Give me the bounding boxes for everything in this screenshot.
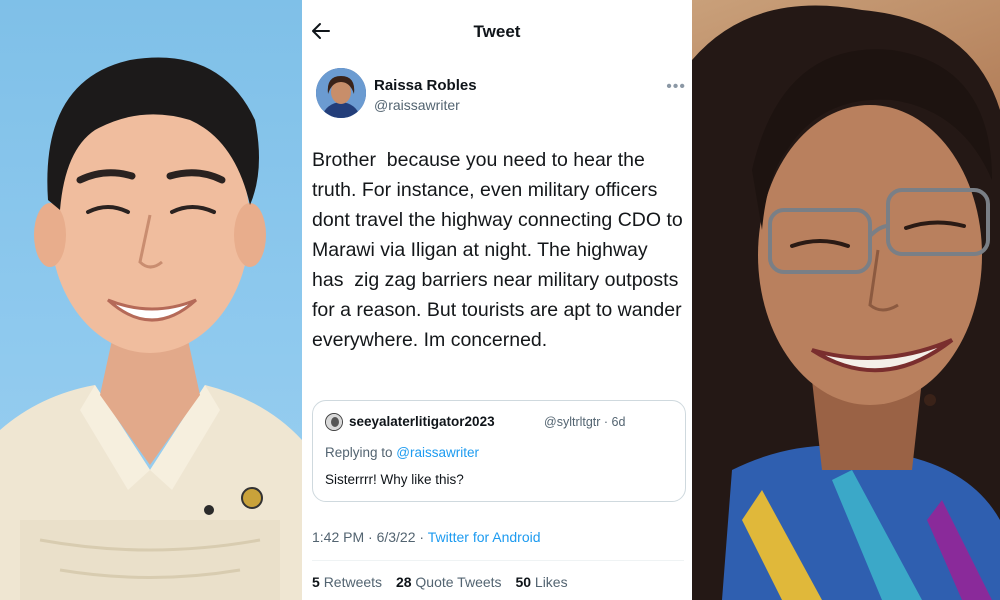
- quote-tweets-label: Quote Tweets: [415, 574, 502, 590]
- tweet-stats: 5 Retweets 28 Quote Tweets 50 Likes: [312, 574, 578, 590]
- likes-count: 50: [515, 574, 532, 590]
- page-title: Tweet: [473, 22, 521, 41]
- left-photo-illustration: [0, 57, 302, 600]
- more-horizontal-icon[interactable]: •••: [666, 78, 686, 96]
- tweet-source-link[interactable]: Twitter for Android: [428, 529, 541, 545]
- retweets-stat[interactable]: 5 Retweets: [312, 574, 382, 590]
- avatar[interactable]: [316, 68, 366, 118]
- replying-to-handle-link[interactable]: @raissawriter: [396, 445, 479, 460]
- right-photo-woman: [692, 0, 1000, 600]
- likes-label: Likes: [534, 574, 568, 590]
- quoted-tweet-card[interactable]: seeyalaterlitigator2023 @syltrltgtr · 6d…: [312, 400, 686, 502]
- likes-stat[interactable]: 50 Likes: [515, 574, 567, 590]
- quote-tweets-count: 28: [395, 574, 412, 590]
- right-photo-illustration: [692, 5, 1000, 600]
- quoted-author-meta: @syltrltgtr · 6d: [544, 415, 626, 429]
- retweets-label: Retweets: [323, 574, 383, 590]
- author-name[interactable]: Raissa Robles: [374, 77, 477, 94]
- tweet-timestamp-row: 1:42 PM · 6/3/22 · Twitter for Android: [312, 529, 541, 545]
- quoted-replying-to: Replying to @raissawriter: [325, 445, 479, 460]
- author-handle[interactable]: @raissawriter: [374, 97, 460, 113]
- divider: [312, 560, 684, 561]
- quoted-tweet-text: Sisterrrr! Why like this?: [325, 472, 464, 487]
- replying-to-label: Replying to: [325, 445, 397, 460]
- tweet-panel: Tweet Raissa Robles @raissawriter ••• Br…: [302, 0, 692, 600]
- tweet-text: Brother because you need to hear the tru…: [312, 149, 683, 351]
- retweets-count: 5: [312, 574, 320, 590]
- quoted-avatar: [325, 413, 343, 431]
- quote-tweets-stat[interactable]: 28 Quote Tweets: [396, 574, 502, 590]
- tweet-author: Raissa Robles @raissawriter •••: [316, 68, 688, 128]
- tweet-timestamp: 1:42 PM · 6/3/22 ·: [312, 529, 428, 545]
- tweet-header: Tweet: [302, 0, 692, 62]
- left-photo-man: [0, 0, 302, 600]
- quoted-author-name: seeyalaterlitigator2023: [349, 414, 495, 429]
